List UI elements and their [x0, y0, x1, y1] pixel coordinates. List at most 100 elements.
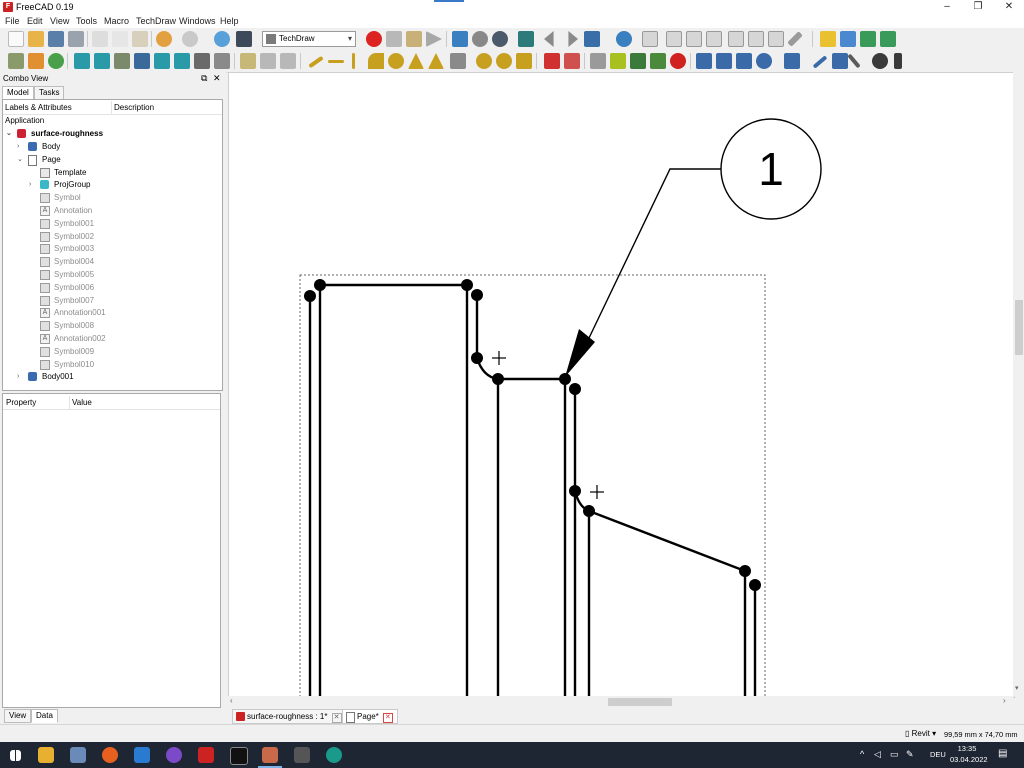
edge-icon[interactable]: [326, 747, 342, 763]
tree-item[interactable]: › Body: [3, 140, 222, 153]
view-bottom-icon[interactable]: [748, 31, 764, 47]
menu-help[interactable]: Help: [220, 16, 239, 26]
horizontal-scrollbar[interactable]: ‹ ›: [228, 696, 1013, 708]
geom-hatch-icon[interactable]: [610, 53, 626, 69]
edit-macro-icon[interactable]: [406, 31, 422, 47]
column-labels-attributes[interactable]: Labels & Attributes: [5, 101, 72, 114]
close-window-button[interactable]: ✕: [994, 0, 1024, 14]
spreadsheet-view-icon[interactable]: [214, 53, 230, 69]
start-icon[interactable]: [10, 750, 21, 761]
tab-tasks[interactable]: Tasks: [34, 86, 65, 100]
folder-app-icon[interactable]: [38, 747, 54, 763]
insert-symbol-icon[interactable]: [564, 53, 580, 69]
restore-button[interactable]: ❐: [963, 0, 993, 14]
obs-icon[interactable]: [166, 747, 182, 763]
close-tab-icon[interactable]: ✕: [331, 713, 342, 723]
cosmetic-line-icon[interactable]: [832, 53, 848, 69]
weld-symbol-icon[interactable]: [894, 53, 902, 69]
drawing-canvas[interactable]: 1: [228, 72, 1015, 698]
leader-line-icon[interactable]: [716, 53, 732, 69]
extent-group-icon[interactable]: [450, 53, 466, 69]
navigation-style-button[interactable]: ▯ Revit ▾: [905, 729, 936, 738]
tree-item[interactable]: Symbol004: [3, 255, 222, 268]
pen-icon[interactable]: ✎: [906, 749, 914, 760]
cut-icon[interactable]: [92, 31, 108, 47]
save-icon[interactable]: [48, 31, 64, 47]
view-right-icon[interactable]: [706, 31, 722, 47]
active-view-icon[interactable]: [94, 53, 110, 69]
vscode-icon[interactable]: [134, 747, 150, 763]
insert-page-icon[interactable]: [8, 53, 24, 69]
tree-item[interactable]: › ProjGroup: [3, 178, 222, 191]
techdraw-page[interactable]: 1: [229, 73, 1014, 697]
link-actions-icon[interactable]: [880, 31, 896, 47]
projection-group-icon[interactable]: [154, 53, 170, 69]
vertical-scrollbar[interactable]: ▾: [1013, 72, 1024, 696]
tree-item[interactable]: › Body001: [3, 370, 222, 383]
angle-3pt-dimension-icon[interactable]: [428, 53, 444, 69]
export-svg-icon[interactable]: [240, 53, 256, 69]
export-page-icon[interactable]: [280, 53, 296, 69]
2-line-centerline-icon[interactable]: [812, 55, 828, 69]
tree-item[interactable]: A Annotation: [3, 204, 222, 217]
tree-document[interactable]: ⌄ surface-roughness: [3, 127, 222, 140]
menu-file[interactable]: File: [5, 16, 20, 26]
view-top-icon[interactable]: [686, 31, 702, 47]
explorer-app-icon[interactable]: [70, 747, 86, 763]
tree-item[interactable]: Template: [3, 166, 222, 179]
language-indicator[interactable]: DEU: [930, 750, 946, 759]
workbench-selector[interactable]: TechDraw ▾: [262, 31, 356, 47]
toggle-frames-icon[interactable]: [650, 53, 666, 69]
record-macro-icon[interactable]: [366, 31, 382, 47]
open-file-icon[interactable]: [28, 31, 44, 47]
view-front-icon[interactable]: [666, 31, 682, 47]
vertical-dimension-icon[interactable]: [352, 53, 355, 69]
group-icon[interactable]: [840, 31, 856, 47]
length-dimension-icon[interactable]: [308, 55, 324, 69]
tab-model[interactable]: Model: [2, 86, 34, 100]
view-left-icon[interactable]: [768, 31, 784, 47]
whats-this-icon[interactable]: [236, 31, 252, 47]
insert-view-icon[interactable]: [74, 53, 90, 69]
property-view[interactable]: Property Value: [2, 393, 221, 708]
chevron-down-icon[interactable]: ⌄: [6, 127, 14, 140]
bounding-box-icon[interactable]: [518, 31, 534, 47]
menu-tools[interactable]: Tools: [76, 16, 97, 26]
tree-item[interactable]: Symbol003: [3, 242, 222, 255]
view-fit-icon[interactable]: [616, 31, 632, 47]
new-document-icon[interactable]: [8, 31, 24, 47]
column-value[interactable]: Value: [69, 396, 92, 409]
run-macro-icon[interactable]: [426, 31, 442, 47]
clear-icon[interactable]: [670, 53, 686, 69]
part-icon[interactable]: [820, 31, 836, 47]
radius-dimension-icon[interactable]: [368, 53, 384, 69]
redraw-page-icon[interactable]: [48, 53, 64, 69]
tab-data[interactable]: Data: [31, 709, 58, 723]
tab-view[interactable]: View: [4, 709, 32, 723]
float-panel-icon[interactable]: ⧉: [201, 73, 207, 84]
freecad-taskbar-icon[interactable]: [198, 747, 214, 763]
stop-macro-icon[interactable]: [386, 31, 402, 47]
measure-distance-icon[interactable]: [787, 31, 803, 47]
menu-view[interactable]: View: [50, 16, 69, 26]
tree-item[interactable]: Symbol001: [3, 217, 222, 230]
tree-item[interactable]: Symbol006: [3, 281, 222, 294]
forward-arrow-icon[interactable]: [568, 31, 578, 47]
menu-edit[interactable]: Edit: [27, 16, 43, 26]
view-rear-icon[interactable]: [728, 31, 744, 47]
redo-icon[interactable]: [182, 31, 198, 47]
insert-image-icon[interactable]: [544, 53, 560, 69]
tree-item[interactable]: Symbol010: [3, 358, 222, 371]
fit-all-icon[interactable]: [452, 31, 468, 47]
tree-item[interactable]: Symbol002: [3, 230, 222, 243]
undo-icon[interactable]: [156, 31, 172, 47]
menu-macro[interactable]: Macro: [104, 16, 129, 26]
chevron-right-icon[interactable]: ›: [17, 140, 25, 153]
column-description[interactable]: Description: [111, 101, 154, 114]
rich-annotation-icon[interactable]: [736, 53, 752, 69]
inkscape-icon[interactable]: [294, 747, 310, 763]
centerline-icon[interactable]: [784, 53, 800, 69]
zoom-icon[interactable]: [472, 31, 488, 47]
tab-surface-roughness[interactable]: surface-roughness : 1* ✕: [232, 709, 347, 724]
back-arrow-icon[interactable]: [544, 31, 554, 47]
